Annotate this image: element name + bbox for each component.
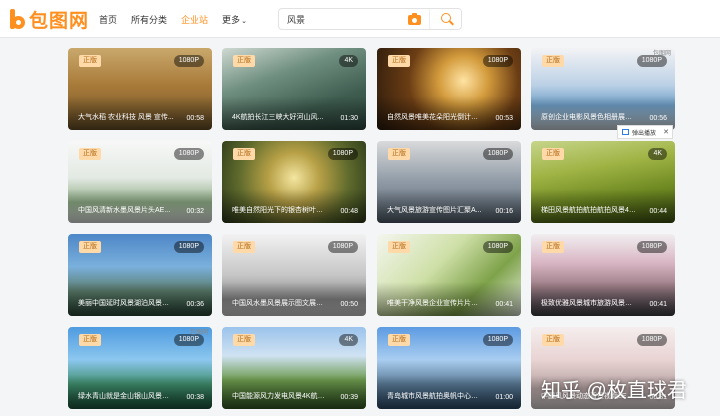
video-card[interactable]: 正版 4K 梯田风景航拍航拍航拍风景4K... 00:44	[531, 141, 675, 223]
nav-home[interactable]: 首页	[99, 13, 117, 26]
duration-label: 00:41	[495, 301, 513, 308]
card-title: 中国风水墨风景展示图文展示...	[232, 300, 328, 307]
video-card[interactable]: 正版 1080P 中国风水墨风景展示图文展示... 00:50	[222, 234, 366, 316]
card-title: 绿水青山就是金山银山风景风...	[78, 393, 174, 400]
resolution-badge: 1080P	[327, 241, 358, 253]
video-card[interactable]: 正版 1080P 极致优雅风景城市旅游风景图... 00:41	[531, 234, 675, 316]
resolution-badge: 4K	[339, 55, 358, 67]
duration-label: 01:30	[340, 115, 358, 122]
license-badge: 正版	[79, 241, 101, 253]
card-title: 唯美自然阳光下的银杏树叶秋...	[232, 207, 328, 214]
card-title: 中国风清新水墨风景片头AE...	[78, 207, 171, 214]
duration-label: 00:16	[495, 208, 513, 215]
duration-label: 00:48	[340, 208, 358, 215]
duration-label: 00:44	[649, 208, 667, 215]
license-badge: 正版	[388, 148, 410, 160]
top-header: 包图网 首页 所有分类 企业站 更多⌄	[0, 0, 720, 38]
card-title: 4K航拍长江三峡大好河山风...	[232, 114, 324, 121]
card-title: 极致优雅风景城市旅游风景图...	[541, 300, 637, 307]
duration-label: 00:32	[186, 208, 204, 215]
license-badge: 正版	[542, 148, 564, 160]
card-title: 梯田风景航拍航拍航拍风景4K...	[541, 207, 637, 214]
chevron-down-icon: ⌄	[241, 18, 247, 25]
duration-label: 01:00	[495, 394, 513, 401]
license-badge: 正版	[233, 241, 255, 253]
nav-more[interactable]: 更多⌄	[222, 13, 247, 26]
license-badge: 正版	[79, 334, 101, 346]
card-title: 青岛城市风景航拍奥帆中心视...	[387, 393, 483, 400]
search-box	[278, 8, 462, 30]
popout-play-bar[interactable]: 弹出播放 ✕	[617, 125, 673, 139]
video-card[interactable]: 正版 1080P 青岛城市风景航拍奥帆中心视... 01:00	[377, 327, 521, 409]
video-card[interactable]: 正版 1080P 美丽中国延时风景湖泊风景区... 00:36	[68, 234, 212, 316]
search-input[interactable]	[279, 9, 407, 29]
resolution-badge: 1080P	[636, 241, 667, 253]
duration-label: 00:53	[495, 115, 513, 122]
video-card[interactable]: 正版 1080P 绿水青山就是金山银山风景风... 00:38 包图网	[68, 327, 212, 409]
video-card[interactable]: 正版 1080P 大气风景旅游宣传图片汇聚A... 00:16	[377, 141, 521, 223]
license-badge: 正版	[233, 334, 255, 346]
duration-label: 00:36	[186, 301, 204, 308]
license-badge: 正版	[233, 55, 255, 67]
resolution-badge: 1080P	[636, 334, 667, 346]
card-title: 美丽中国延时风景湖泊风景区...	[78, 300, 174, 307]
resolution-badge: 1080P	[482, 241, 513, 253]
site-logo[interactable]: 包图网	[10, 7, 90, 32]
duration-label: 00:50	[340, 301, 358, 308]
duration-label: 00:58	[186, 115, 204, 122]
card-watermark: 包图网	[189, 330, 208, 336]
resolution-badge: 1080P	[173, 55, 204, 67]
resolution-badge: 1080P	[482, 148, 513, 160]
camera-icon[interactable]	[407, 12, 422, 26]
license-badge: 正版	[542, 241, 564, 253]
video-card[interactable]: 正版 4K 中国能源风力发电风景4K航拍... 00:39	[222, 327, 366, 409]
license-badge: 正版	[388, 241, 410, 253]
video-card[interactable]: 正版 1080P 自然风景唯美花朵阳光倒计时... 00:53	[377, 48, 521, 130]
license-badge: 正版	[542, 55, 564, 67]
resolution-badge: 1080P	[173, 241, 204, 253]
logo-text: 包图网	[29, 10, 90, 32]
license-badge: 正版	[79, 148, 101, 160]
resolution-badge: 1080P	[482, 55, 513, 67]
license-badge: 正版	[233, 148, 255, 160]
license-badge: 正版	[542, 334, 564, 346]
video-card[interactable]: 正版 1080P 原创企业电影风景色相册展示... 00:56 包图网	[531, 48, 675, 130]
card-title: 原创企业电影风景色相册展示...	[541, 114, 637, 121]
card-title: 自然风景唯美花朵阳光倒计时...	[387, 114, 483, 121]
card-title: 中国能源风力发电风景4K航拍...	[232, 393, 328, 400]
video-card[interactable]: 正版 1080P 大气水稻 农业科技 风景 宣传... 00:58	[68, 48, 212, 130]
resolution-badge: 1080P	[173, 148, 204, 160]
video-card[interactable]: 正版 4K 4K航拍长江三峡大好河山风... 01:30	[222, 48, 366, 130]
nav-enterprise[interactable]: 企业站	[181, 13, 208, 26]
watermark-text: 知乎 @枚直球君	[541, 380, 687, 402]
card-title: 唯美干净风景企业宣传片片头...	[387, 300, 483, 307]
duration-label: 00:41	[649, 301, 667, 308]
resolution-badge: 4K	[339, 334, 358, 346]
license-badge: 正版	[388, 55, 410, 67]
card-watermark: 包图网	[652, 51, 671, 57]
duration-label: 00:39	[340, 394, 358, 401]
video-card[interactable]: 正版 1080P 唯美干净风景企业宣传片片头... 00:41	[377, 234, 521, 316]
card-title: 大气风景旅游宣传图片汇聚A...	[387, 207, 482, 214]
duration-label: 00:56	[649, 115, 667, 122]
license-badge: 正版	[388, 334, 410, 346]
popout-icon	[622, 129, 629, 135]
license-badge: 正版	[79, 55, 101, 67]
resolution-badge: 1080P	[327, 148, 358, 160]
resolution-badge: 4K	[648, 148, 667, 160]
video-card[interactable]: 正版 1080P 中国风清新水墨风景片头AE... 00:32	[68, 141, 212, 223]
main-nav: 首页 所有分类 企业站 更多⌄	[99, 13, 247, 26]
resolution-badge: 1080P	[482, 334, 513, 346]
logo-b-icon	[10, 9, 26, 29]
card-title: 大气水稻 农业科技 风景 宣传...	[78, 114, 174, 121]
close-icon[interactable]: ✕	[663, 128, 669, 136]
popout-label: 弹出播放	[632, 130, 657, 137]
video-card[interactable]: 正版 1080P 唯美自然阳光下的银杏树叶秋... 00:48	[222, 141, 366, 223]
duration-label: 00:38	[186, 394, 204, 401]
nav-more-label: 更多	[222, 15, 241, 25]
search-button[interactable]	[429, 9, 461, 29]
nav-all-categories[interactable]: 所有分类	[131, 13, 167, 26]
